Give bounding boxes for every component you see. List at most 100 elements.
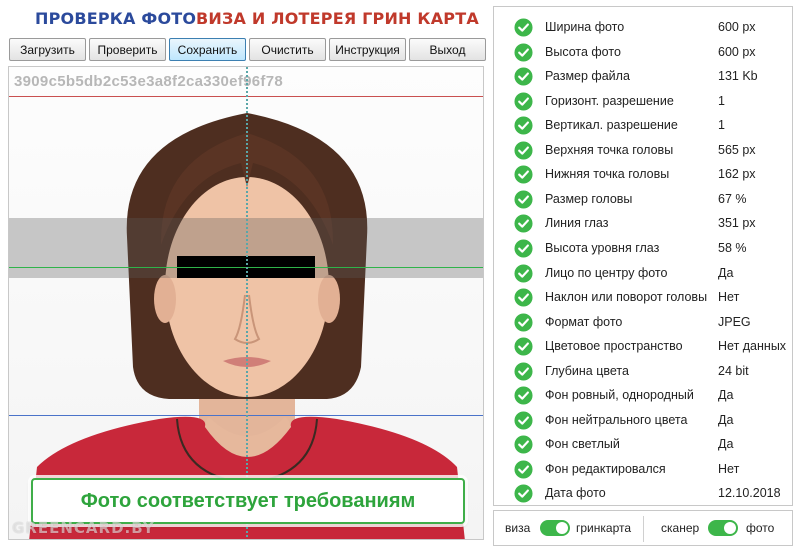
check-circle-icon	[514, 18, 533, 37]
check-value: 131 Kb	[718, 69, 758, 84]
check-label: Нижняя точка головы	[545, 167, 670, 182]
check-label: Лицо по центру фото	[545, 265, 668, 280]
mode-toggles: виза гринкарта сканер фото	[493, 510, 793, 546]
check-value: 565 px	[718, 142, 756, 157]
checks-panel: Ширина фото 600 px Высота фото 600 px Размер…	[493, 6, 793, 506]
check-label: Высота уровня глаз	[545, 240, 660, 255]
check-row: Ширина фото 600 px	[494, 15, 792, 39]
check-circle-icon	[514, 67, 533, 86]
center-guide-line	[246, 67, 248, 539]
check-circle-icon	[514, 141, 533, 160]
check-value: Да	[718, 437, 734, 452]
check-row: Фон ровный, однородный Да	[494, 383, 792, 407]
clear-button[interactable]: Очистить	[249, 38, 326, 61]
instructions-button[interactable]: Инструкция	[329, 38, 406, 61]
check-row: Линия глаз 351 px	[494, 211, 792, 235]
check-label: Верхняя точка головы	[545, 142, 674, 157]
check-row: Верхняя точка головы 565 px	[494, 138, 792, 162]
visa-greencard-switch[interactable]	[540, 520, 570, 536]
check-row: Нижняя точка головы 162 px	[494, 162, 792, 186]
check-row: Размер файла 131 Kb	[494, 64, 792, 88]
check-circle-icon	[514, 92, 533, 111]
check-label: Размер файла	[545, 69, 630, 84]
check-row: Лицо по центру фото Да	[494, 261, 792, 285]
check-button[interactable]: Проверить	[89, 38, 166, 61]
check-value: Нет	[718, 461, 740, 476]
check-row: Фон светлый Да	[494, 432, 792, 456]
check-value: 1	[718, 93, 725, 108]
check-circle-icon	[514, 288, 533, 307]
toggle-scanner-label: сканер	[661, 521, 700, 535]
check-circle-icon	[514, 165, 533, 184]
check-label: Размер головы	[545, 191, 633, 206]
check-label: Фон нейтрального цвета	[545, 412, 688, 427]
check-row: Размер головы 67 %	[494, 187, 792, 211]
check-label: Фон редактировался	[545, 461, 666, 476]
check-value: 600 px	[718, 44, 756, 59]
app-header: ПРОВЕРКА ФОТО ВИЗА И ЛОТЕРЕЯ ГРИН КАРТА	[0, 0, 492, 36]
check-circle-icon	[514, 43, 533, 62]
check-row: Цветовое пространство Нет данных	[494, 334, 792, 358]
check-row: Высота уровня глаз 58 %	[494, 236, 792, 260]
check-value: 600 px	[718, 20, 756, 34]
save-button[interactable]: Сохранить	[169, 38, 246, 61]
check-label: Фон светлый	[545, 437, 620, 452]
check-label: Наклон или поворот головы	[545, 290, 708, 305]
check-label: Ширина фото	[545, 20, 625, 34]
check-row: Формат фото JPEG	[494, 310, 792, 334]
check-row: Высота фото 600 px	[494, 40, 792, 64]
check-row: Горизонт. разрешение 1	[494, 89, 792, 113]
check-circle-icon	[514, 435, 533, 454]
check-circle-icon	[514, 386, 533, 405]
switch-knob	[556, 522, 568, 534]
check-value: Нет	[718, 290, 740, 305]
check-label: Линия глаз	[545, 216, 609, 231]
check-value: 1	[718, 118, 725, 133]
check-label: Фон ровный, однородный	[545, 388, 694, 403]
check-circle-icon	[514, 214, 533, 233]
check-row: Глубина цвета 24 bit	[494, 359, 792, 383]
check-value: 351 px	[718, 216, 756, 231]
check-value: 67 %	[718, 191, 747, 206]
check-row: Наклон или поворот головы Нет	[494, 285, 792, 309]
check-value: 162 px	[718, 167, 756, 182]
check-row: Фон редактировался Нет	[494, 457, 792, 481]
check-value: 24 bit	[718, 363, 749, 378]
check-label: Высота фото	[545, 44, 621, 59]
toggle-photo-label: фото	[746, 521, 775, 535]
toggle-divider	[643, 516, 644, 542]
photo-preview[interactable]: 3909c5b5db2c53e3a8f2ca330ef96f78 Фото со…	[8, 66, 484, 540]
check-circle-icon	[514, 263, 533, 283]
status-banner: Фото соответствует требованиям	[31, 478, 465, 524]
check-circle-icon	[514, 411, 533, 430]
app-title-visa-lottery: ВИЗА И ЛОТЕРЕЯ ГРИН КАРТА	[196, 9, 479, 28]
check-circle-icon	[514, 337, 533, 356]
check-label: Вертикал. разрешение	[545, 118, 678, 133]
photo-hash: 3909c5b5db2c53e3a8f2ca330ef96f78	[14, 73, 283, 90]
toggle-greencard-label: гринкарта	[576, 521, 632, 535]
exit-button[interactable]: Выход	[409, 38, 486, 61]
check-value: 12.10.2018	[718, 486, 781, 501]
check-value: Нет данных	[718, 339, 787, 354]
check-label: Дата фото	[545, 486, 606, 501]
check-label: Формат фото	[545, 314, 623, 329]
check-value: 58 %	[718, 240, 747, 255]
check-row: Вертикал. разрешение 1	[494, 113, 792, 137]
check-label: Глубина цвета	[545, 363, 629, 378]
check-circle-icon	[514, 313, 533, 332]
check-value: JPEG	[718, 314, 751, 329]
check-value: Да	[718, 412, 734, 427]
load-button[interactable]: Загрузить	[9, 38, 86, 61]
check-circle-icon	[514, 239, 533, 258]
switch-knob	[724, 522, 736, 534]
scanner-photo-switch[interactable]	[708, 520, 738, 536]
watermark-logo: GREENCARD.BY	[12, 519, 155, 537]
check-row: Дата фото 12.10.2018	[494, 481, 792, 505]
check-label: Цветовое пространство	[545, 339, 683, 354]
check-circle-icon	[514, 460, 533, 479]
check-circle-icon	[514, 116, 533, 135]
check-label: Горизонт. разрешение	[545, 93, 674, 108]
check-value: Да	[718, 388, 734, 403]
status-message: Фото соответствует требованиям	[80, 489, 416, 512]
toggle-visa-label: виза	[505, 521, 531, 535]
